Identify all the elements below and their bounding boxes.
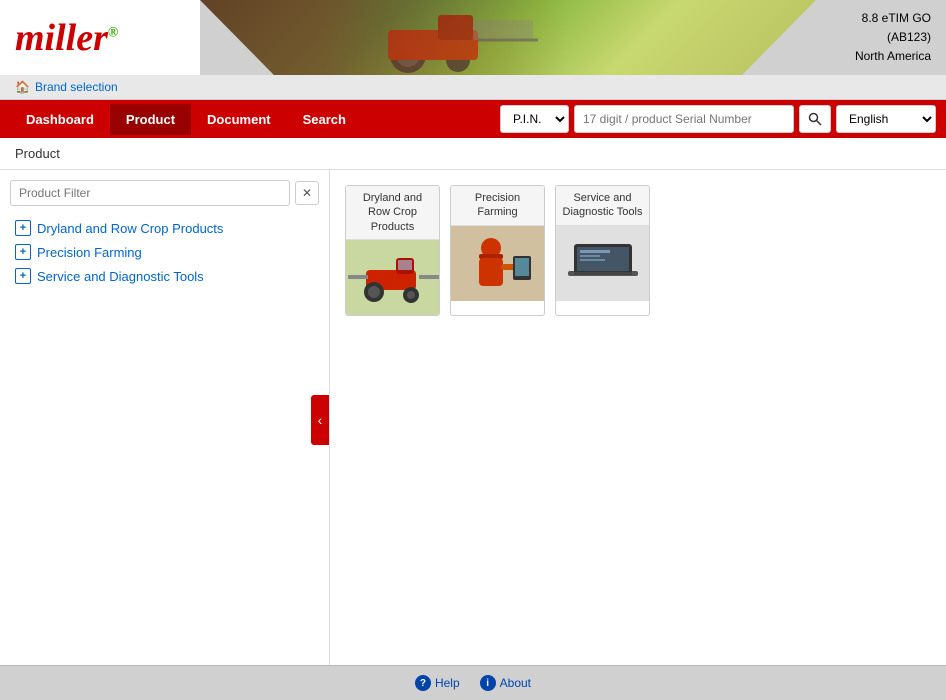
region: North America (831, 47, 931, 66)
product-card-service[interactable]: Service and Diagnostic Tools (555, 185, 650, 316)
footer: ? Help i About (0, 665, 946, 700)
search-area: P.I.N. Serial English French German Span… (500, 105, 936, 133)
serial-search-input[interactable] (574, 105, 794, 133)
about-link[interactable]: i About (480, 675, 531, 691)
header-banner-image (200, 0, 816, 75)
product-card-dryland[interactable]: Dryland and Row Crop Products (345, 185, 440, 316)
help-link[interactable]: ? Help (415, 675, 460, 691)
navbar: Dashboard Product Document Search P.I.N.… (0, 100, 946, 138)
breadcrumb: 🏠 Brand selection (0, 75, 946, 100)
sidebar: ✕ + Dryland and Row Crop Products + Prec… (0, 170, 330, 670)
language-select[interactable]: English French German Spanish (836, 105, 936, 133)
expand-service-icon[interactable]: + (15, 268, 31, 284)
logo-area: miller® (0, 0, 200, 75)
product-filter-input[interactable] (10, 180, 290, 206)
help-icon: ? (415, 675, 431, 691)
filter-row: ✕ (10, 180, 319, 206)
version-info: 8.8 eTIM GO (831, 9, 931, 28)
pin-select[interactable]: P.I.N. Serial (500, 105, 569, 133)
nav-search[interactable]: Search (287, 104, 362, 135)
nav-dashboard[interactable]: Dashboard (10, 104, 110, 135)
product-card-service-title: Service and Diagnostic Tools (556, 186, 649, 226)
sidebar-item-precision-label: Precision Farming (37, 245, 142, 260)
product-card-service-image (556, 226, 650, 301)
sidebar-collapse-button[interactable]: ‹ (311, 395, 329, 445)
home-icon[interactable]: 🏠 (15, 80, 30, 94)
about-label: About (500, 676, 531, 690)
logo: miller® (15, 16, 118, 60)
sidebar-item-dryland[interactable]: + Dryland and Row Crop Products (10, 216, 319, 240)
sidebar-item-precision[interactable]: + Precision Farming (10, 240, 319, 264)
nav-product[interactable]: Product (110, 104, 191, 135)
expand-precision-icon[interactable]: + (15, 244, 31, 260)
header-info: 8.8 eTIM GO (AB123) North America (816, 0, 946, 75)
product-card-precision[interactable]: Precision Farming (450, 185, 545, 316)
product-card-precision-title: Precision Farming (451, 186, 544, 226)
nav-document[interactable]: Document (191, 104, 287, 135)
product-card-dryland-title: Dryland and Row Crop Products (346, 186, 439, 240)
about-icon: i (480, 675, 496, 691)
main-content: ✕ + Dryland and Row Crop Products + Prec… (0, 170, 946, 670)
sidebar-item-dryland-label: Dryland and Row Crop Products (37, 221, 223, 236)
product-card-precision-image (451, 226, 545, 301)
search-button[interactable] (799, 105, 831, 133)
sidebar-item-service[interactable]: + Service and Diagnostic Tools (10, 264, 319, 288)
page-title: Product (0, 138, 946, 170)
expand-dryland-icon[interactable]: + (15, 220, 31, 236)
filter-clear-button[interactable]: ✕ (295, 181, 319, 205)
header: miller® 8.8 eTIM GO (AB123) North Americ… (0, 0, 946, 75)
product-grid: Dryland and Row Crop Products (330, 170, 946, 670)
help-label: Help (435, 676, 460, 690)
product-card-dryland-image (346, 240, 440, 315)
search-icon (808, 112, 822, 126)
sidebar-item-service-label: Service and Diagnostic Tools (37, 269, 204, 284)
breadcrumb-label[interactable]: Brand selection (35, 80, 118, 94)
version-code: (AB123) (831, 28, 931, 47)
